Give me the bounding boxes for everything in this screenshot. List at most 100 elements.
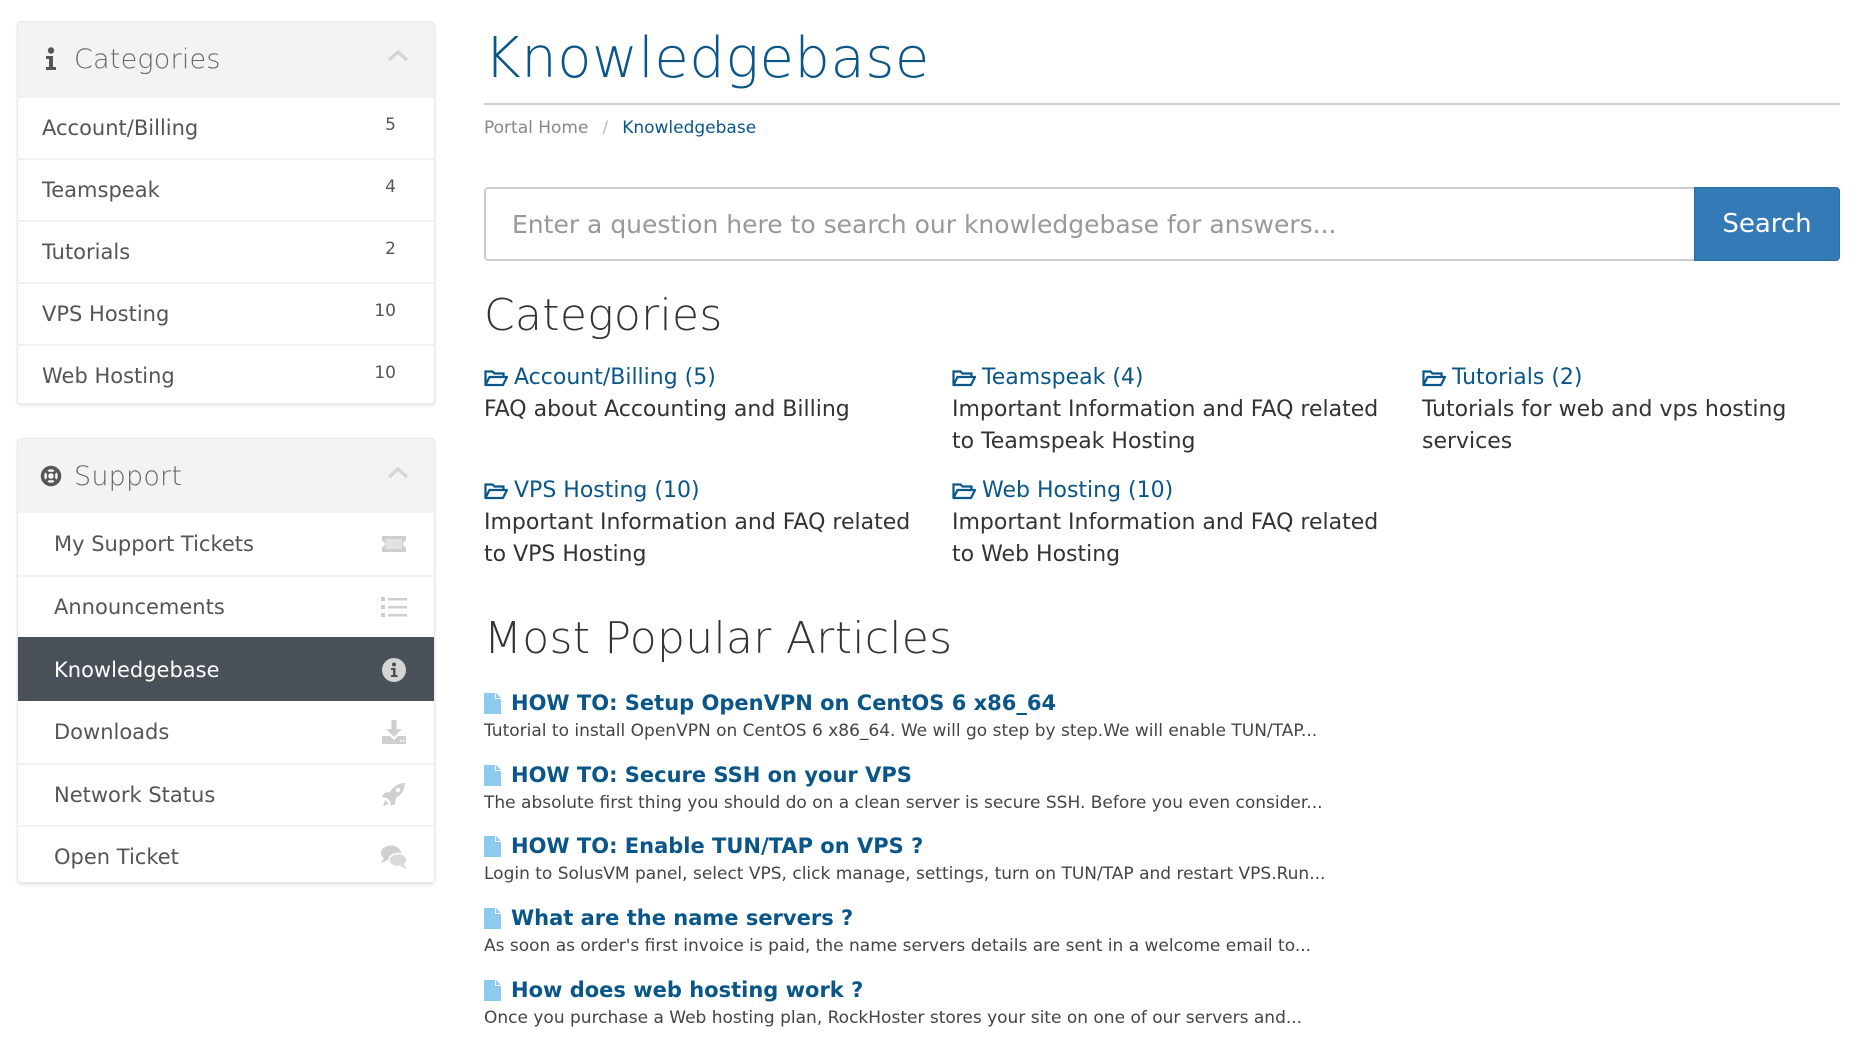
popular-articles-heading: Most Popular Articles: [484, 613, 953, 664]
sidebar-category-item[interactable]: VPS Hosting 10: [18, 282, 434, 344]
rocket-icon: [380, 781, 408, 809]
article-title: How does web hosting work ?: [511, 978, 864, 1002]
list-icon: [380, 593, 408, 621]
support-panel-title: Support: [74, 460, 183, 492]
search-input[interactable]: [484, 187, 1694, 261]
article-link[interactable]: HOW TO: Enable TUN/TAP on VPS ?: [484, 832, 1384, 860]
sidebar-category-item[interactable]: Teamspeak 4: [18, 158, 434, 220]
sidebar-item-label: Downloads: [54, 720, 170, 744]
category-link[interactable]: VPS Hosting (10): [484, 475, 924, 507]
ticket-icon: [380, 530, 408, 558]
category-link[interactable]: Teamspeak (4): [952, 362, 1392, 394]
sidebar-item-label: Network Status: [54, 783, 216, 807]
category-description: FAQ about Accounting and Billing: [484, 397, 850, 422]
article-item: HOW TO: Enable TUN/TAP on VPS ? Login to…: [484, 832, 1384, 886]
file-icon: [484, 979, 501, 1001]
article-link[interactable]: HOW TO: Secure SSH on your VPS: [484, 761, 1384, 789]
folder-open-icon: [1422, 370, 1446, 387]
folder-open-icon: [952, 370, 976, 387]
sidebar-item-network-status[interactable]: Network Status: [18, 763, 434, 825]
info-circle-icon: [380, 656, 408, 684]
article-title: HOW TO: Secure SSH on your VPS: [511, 763, 912, 787]
article-title: HOW TO: Enable TUN/TAP on VPS ?: [511, 834, 924, 858]
support-panel-header[interactable]: Support: [18, 439, 434, 513]
article-excerpt: Login to SolusVM panel, select VPS, clic…: [484, 864, 1326, 884]
sidebar-item-label: My Support Tickets: [54, 532, 254, 556]
category-item: Teamspeak (4) Important Information and …: [952, 362, 1392, 458]
folder-open-icon: [484, 370, 508, 387]
category-item: VPS Hosting (10) Important Information a…: [484, 475, 924, 571]
title-divider: [484, 103, 1840, 105]
article-excerpt: As soon as order's first invoice is paid…: [484, 936, 1312, 956]
sidebar-category-label: Web Hosting: [42, 364, 175, 388]
article-excerpt: Once you purchase a Web hosting plan, Ro…: [484, 1008, 1303, 1028]
category-description: Tutorials for web and vps hosting: [1422, 397, 1787, 422]
article-excerpt: The absolute first thing you should do o…: [484, 793, 1323, 813]
category-description: services: [1422, 429, 1513, 454]
article-link[interactable]: What are the name servers ?: [484, 904, 1384, 932]
download-icon: [380, 718, 408, 746]
category-item: Web Hosting (10) Important Information a…: [952, 475, 1392, 571]
sidebar-item-my-support-tickets[interactable]: My Support Tickets: [18, 513, 434, 575]
support-panel: Support My Support Tickets Announcements…: [17, 438, 435, 883]
article-title: What are the name servers ?: [511, 906, 854, 930]
sidebar-item-label: Knowledgebase: [54, 658, 220, 682]
category-description: to Teamspeak Hosting: [952, 429, 1196, 454]
sidebar-category-label: Teamspeak: [42, 178, 160, 202]
page-title: Knowledgebase: [484, 26, 930, 91]
folder-open-icon: [484, 483, 508, 500]
category-description: Important Information and FAQ related: [484, 510, 911, 535]
category-item: Account/Billing (5) FAQ about Accounting…: [484, 362, 924, 426]
article-link[interactable]: How does web hosting work ?: [484, 976, 1384, 1004]
category-link-label: Tutorials (2): [1452, 365, 1583, 390]
article-title: HOW TO: Setup OpenVPN on CentOS 6 x86_64: [511, 691, 1057, 715]
sidebar-item-knowledgebase[interactable]: Knowledgebase: [18, 637, 434, 701]
search-button[interactable]: Search: [1694, 187, 1840, 261]
sidebar-category-item[interactable]: Tutorials 2: [18, 220, 434, 282]
category-description: to Web Hosting: [952, 542, 1121, 567]
sidebar-item-label: Open Ticket: [54, 845, 179, 869]
category-count-badge: 10: [374, 301, 396, 321]
category-link-label: Teamspeak (4): [982, 365, 1144, 390]
category-link-label: Account/Billing (5): [514, 365, 716, 390]
life-ring-icon: [40, 463, 62, 489]
article-item: What are the name servers ? As soon as o…: [484, 904, 1384, 958]
sidebar-item-label: Announcements: [54, 595, 225, 619]
categories-panel-header[interactable]: Categories: [18, 22, 434, 96]
sidebar-category-label: Tutorials: [42, 240, 131, 264]
comments-icon: [380, 843, 408, 871]
category-item: Tutorials (2) Tutorials for web and vps …: [1422, 362, 1862, 458]
chevron-up-icon[interactable]: [386, 44, 410, 68]
category-description: Important Information and FAQ related: [952, 397, 1379, 422]
category-count-badge: 4: [385, 177, 396, 197]
file-icon: [484, 835, 501, 857]
category-link[interactable]: Web Hosting (10): [952, 475, 1392, 507]
sidebar-item-open-ticket[interactable]: Open Ticket: [18, 825, 434, 882]
folder-open-icon: [952, 483, 976, 500]
sidebar-category-label: VPS Hosting: [42, 302, 170, 326]
category-description: to VPS Hosting: [484, 542, 647, 567]
breadcrumb-portal-home[interactable]: Portal Home: [484, 118, 588, 138]
categories-heading: Categories: [484, 290, 723, 341]
category-count-badge: 2: [385, 239, 396, 259]
breadcrumb: Portal Home / Knowledgebase: [484, 118, 756, 138]
sidebar-category-item[interactable]: Account/Billing 5: [18, 96, 434, 158]
info-icon: [40, 46, 62, 72]
sidebar-category-label: Account/Billing: [42, 116, 199, 140]
category-description: Important Information and FAQ related: [952, 510, 1379, 535]
sidebar-item-announcements[interactable]: Announcements: [18, 575, 434, 637]
category-link[interactable]: Tutorials (2): [1422, 362, 1862, 394]
categories-panel-title: Categories: [74, 43, 221, 75]
chevron-up-icon[interactable]: [386, 461, 410, 485]
article-excerpt: Tutorial to install OpenVPN on CentOS 6 …: [484, 721, 1318, 741]
breadcrumb-current: Knowledgebase: [622, 118, 757, 138]
sidebar-category-item[interactable]: Web Hosting 10: [18, 344, 434, 403]
breadcrumb-separator: /: [602, 118, 609, 138]
category-link[interactable]: Account/Billing (5): [484, 362, 924, 394]
file-icon: [484, 764, 501, 786]
file-icon: [484, 907, 501, 929]
article-link[interactable]: HOW TO: Setup OpenVPN on CentOS 6 x86_64: [484, 689, 1384, 717]
category-count-badge: 5: [385, 115, 396, 135]
categories-panel: Categories Account/Billing 5 Teamspeak 4…: [17, 21, 435, 404]
sidebar-item-downloads[interactable]: Downloads: [18, 701, 434, 763]
